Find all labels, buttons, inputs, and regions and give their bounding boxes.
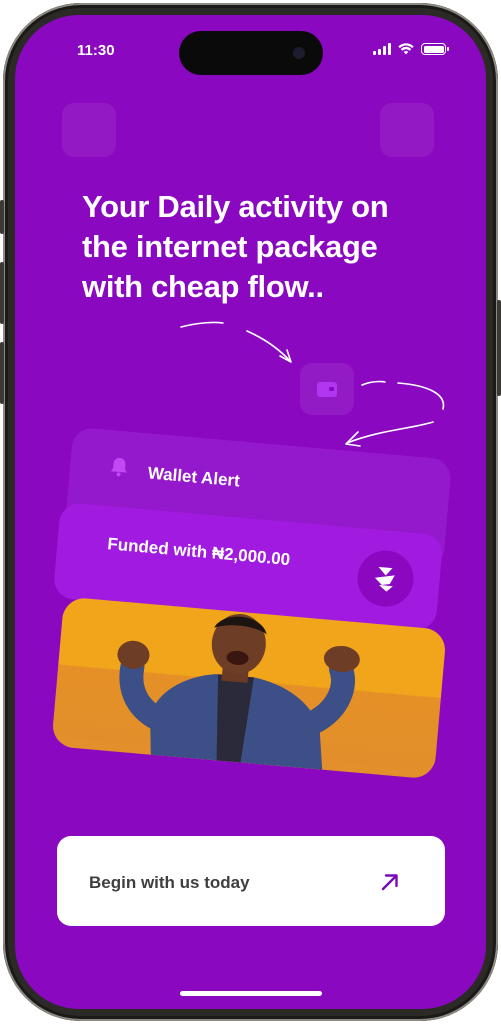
action-button	[0, 200, 4, 234]
app-screen: 11:30 Your Daily activity on the interne…	[15, 15, 486, 1009]
arrow-up-right-icon	[381, 874, 398, 891]
page-headline: Your Daily activity on the internet pack…	[82, 189, 389, 304]
bell-icon	[110, 457, 127, 477]
status-time: 11:30	[77, 42, 115, 59]
battery-icon	[421, 43, 449, 55]
wallet-icon	[317, 381, 337, 397]
begin-button-label: Begin with us today	[89, 873, 250, 892]
brand-logo-icon	[355, 548, 416, 609]
status-icons	[373, 43, 449, 55]
wifi-icon	[398, 43, 414, 55]
camera-icon	[293, 47, 305, 59]
home-indicator[interactable]	[180, 991, 322, 996]
person-illustration	[117, 613, 360, 770]
volume-up-button	[0, 262, 4, 324]
begin-button[interactable]: Begin with us today	[57, 836, 445, 926]
signal-icon	[373, 43, 391, 55]
volume-down-button	[0, 342, 4, 404]
power-button	[497, 300, 501, 396]
funded-message: Funded with ₦2,000.00	[106, 534, 291, 570]
alert-title: Wallet Alert	[146, 463, 241, 491]
decor-square-right	[380, 103, 434, 157]
decor-square-left	[62, 103, 116, 157]
dynamic-island	[179, 31, 323, 75]
wallet-chip	[300, 363, 354, 415]
hero-photo	[51, 596, 447, 780]
